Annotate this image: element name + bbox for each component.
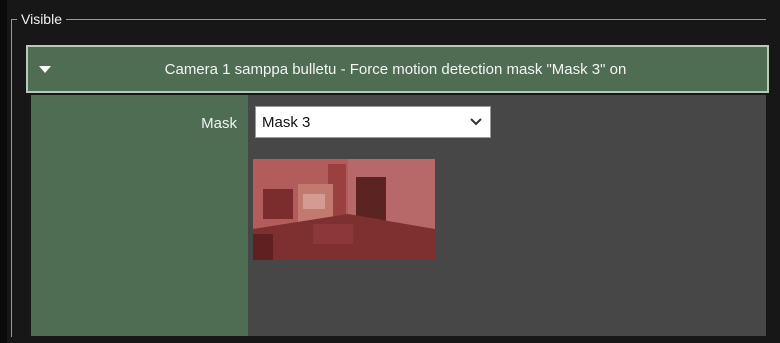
- section-content: Mask Mask 3: [31, 95, 766, 336]
- mask-select-value: Mask 3: [262, 113, 311, 131]
- label-column: Mask: [31, 95, 248, 336]
- mask-label: Mask: [201, 115, 237, 132]
- left-edge: [0, 0, 7, 343]
- camera-section-header[interactable]: Camera 1 samppa bulletu - Force motion d…: [26, 45, 769, 93]
- groupbox-title: Visible: [17, 10, 66, 28]
- camera-preview-thumbnail: [253, 159, 435, 260]
- chevron-down-icon[interactable]: [28, 47, 68, 91]
- window-frame: Visible Camera 1 samppa bulletu - Force …: [0, 0, 780, 343]
- mask-select[interactable]: Mask 3: [255, 106, 491, 138]
- chevron-down-icon: [470, 118, 482, 126]
- section-title: Camera 1 samppa bulletu - Force motion d…: [164, 60, 627, 78]
